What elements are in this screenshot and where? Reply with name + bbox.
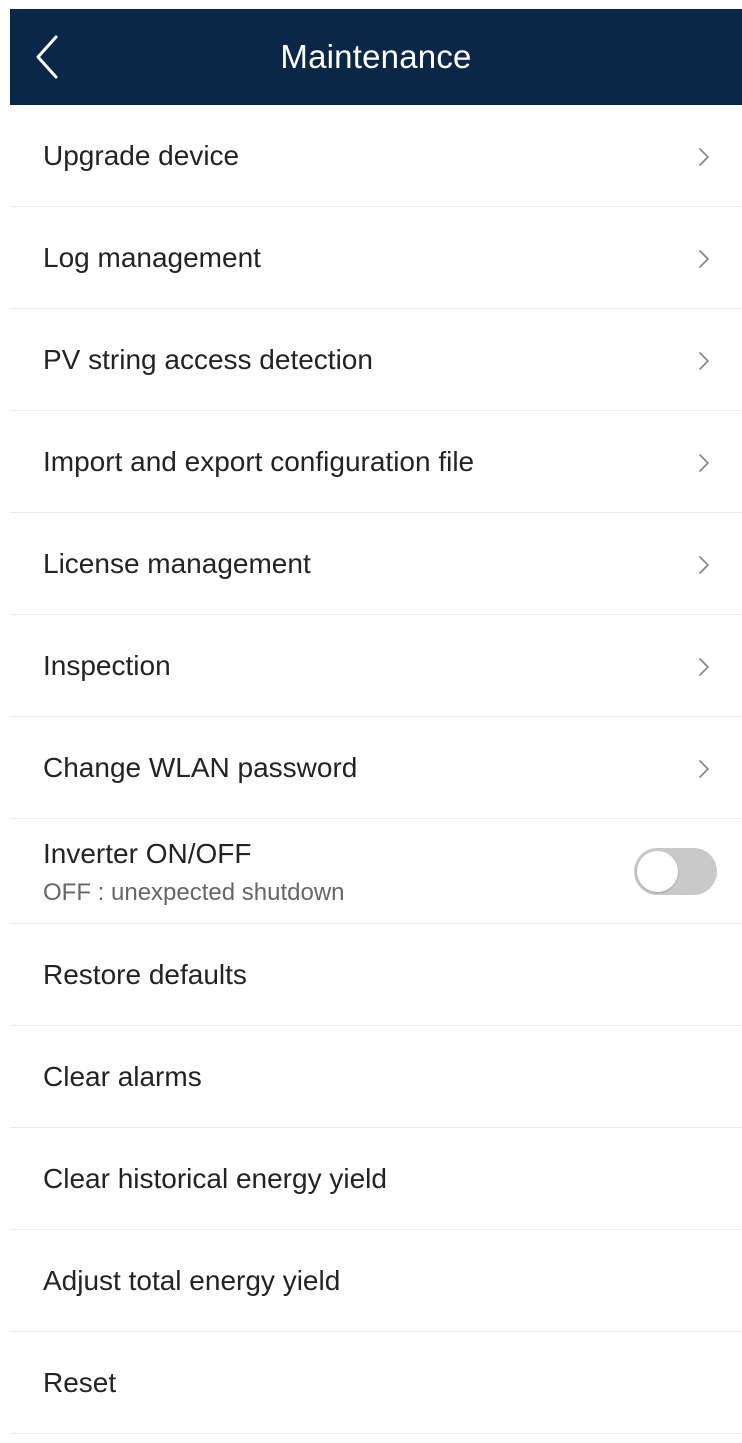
inverter-onoff-label: Inverter ON/OFF bbox=[43, 838, 252, 869]
menu-item-import-export-config[interactable]: Import and export configuration file bbox=[10, 411, 742, 513]
action-label: Restore defaults bbox=[43, 959, 247, 990]
action-label: Adjust total energy yield bbox=[43, 1265, 341, 1296]
chevron-right-icon bbox=[698, 249, 710, 269]
menu-item-upgrade-device[interactable]: Upgrade device bbox=[10, 105, 742, 207]
chevron-right-icon bbox=[698, 453, 710, 473]
inverter-status-text: OFF : unexpected shutdown bbox=[43, 879, 345, 906]
menu-item-label: PV string access detection bbox=[43, 344, 373, 375]
chevron-right-icon bbox=[698, 555, 710, 575]
inverter-toggle[interactable] bbox=[634, 848, 717, 895]
menu-item-change-wlan-password[interactable]: Change WLAN password bbox=[10, 717, 742, 819]
menu-item-label: Upgrade device bbox=[43, 140, 240, 171]
action-clear-historical-energy-yield[interactable]: Clear historical energy yield bbox=[10, 1128, 742, 1230]
action-label: Clear alarms bbox=[43, 1061, 202, 1092]
menu-item-log-management[interactable]: Log management bbox=[10, 207, 742, 309]
action-adjust-total-energy-yield[interactable]: Adjust total energy yield bbox=[10, 1230, 742, 1332]
menu-item-pv-string-access-detection[interactable]: PV string access detection bbox=[10, 309, 742, 411]
chevron-right-icon bbox=[698, 657, 710, 677]
action-label: Clear historical energy yield bbox=[43, 1163, 387, 1194]
back-button[interactable] bbox=[32, 31, 66, 83]
chevron-right-icon bbox=[698, 759, 710, 779]
maintenance-list: Upgrade device Log management PV string … bbox=[10, 105, 742, 1434]
action-restore-defaults[interactable]: Restore defaults bbox=[10, 924, 742, 1026]
chevron-right-icon bbox=[698, 147, 710, 167]
menu-item-label: Inspection bbox=[43, 650, 171, 681]
action-label: Reset bbox=[43, 1367, 117, 1398]
page-title: Maintenance bbox=[280, 38, 472, 75]
toggle-knob bbox=[637, 851, 678, 892]
chevron-left-icon bbox=[36, 35, 58, 79]
menu-item-license-management[interactable]: License management bbox=[10, 513, 742, 615]
chevron-right-icon bbox=[698, 351, 710, 371]
menu-item-label: License management bbox=[43, 548, 311, 579]
menu-item-inspection[interactable]: Inspection bbox=[10, 615, 742, 717]
action-reset[interactable]: Reset bbox=[10, 1332, 742, 1434]
menu-item-label: Log management bbox=[43, 242, 261, 273]
menu-item-label: Change WLAN password bbox=[43, 752, 358, 783]
action-clear-alarms[interactable]: Clear alarms bbox=[10, 1026, 742, 1128]
app-header: Maintenance bbox=[10, 9, 742, 105]
menu-item-label: Import and export configuration file bbox=[43, 446, 475, 477]
inverter-onoff-row: Inverter ON/OFF OFF : unexpected shutdow… bbox=[10, 819, 742, 924]
